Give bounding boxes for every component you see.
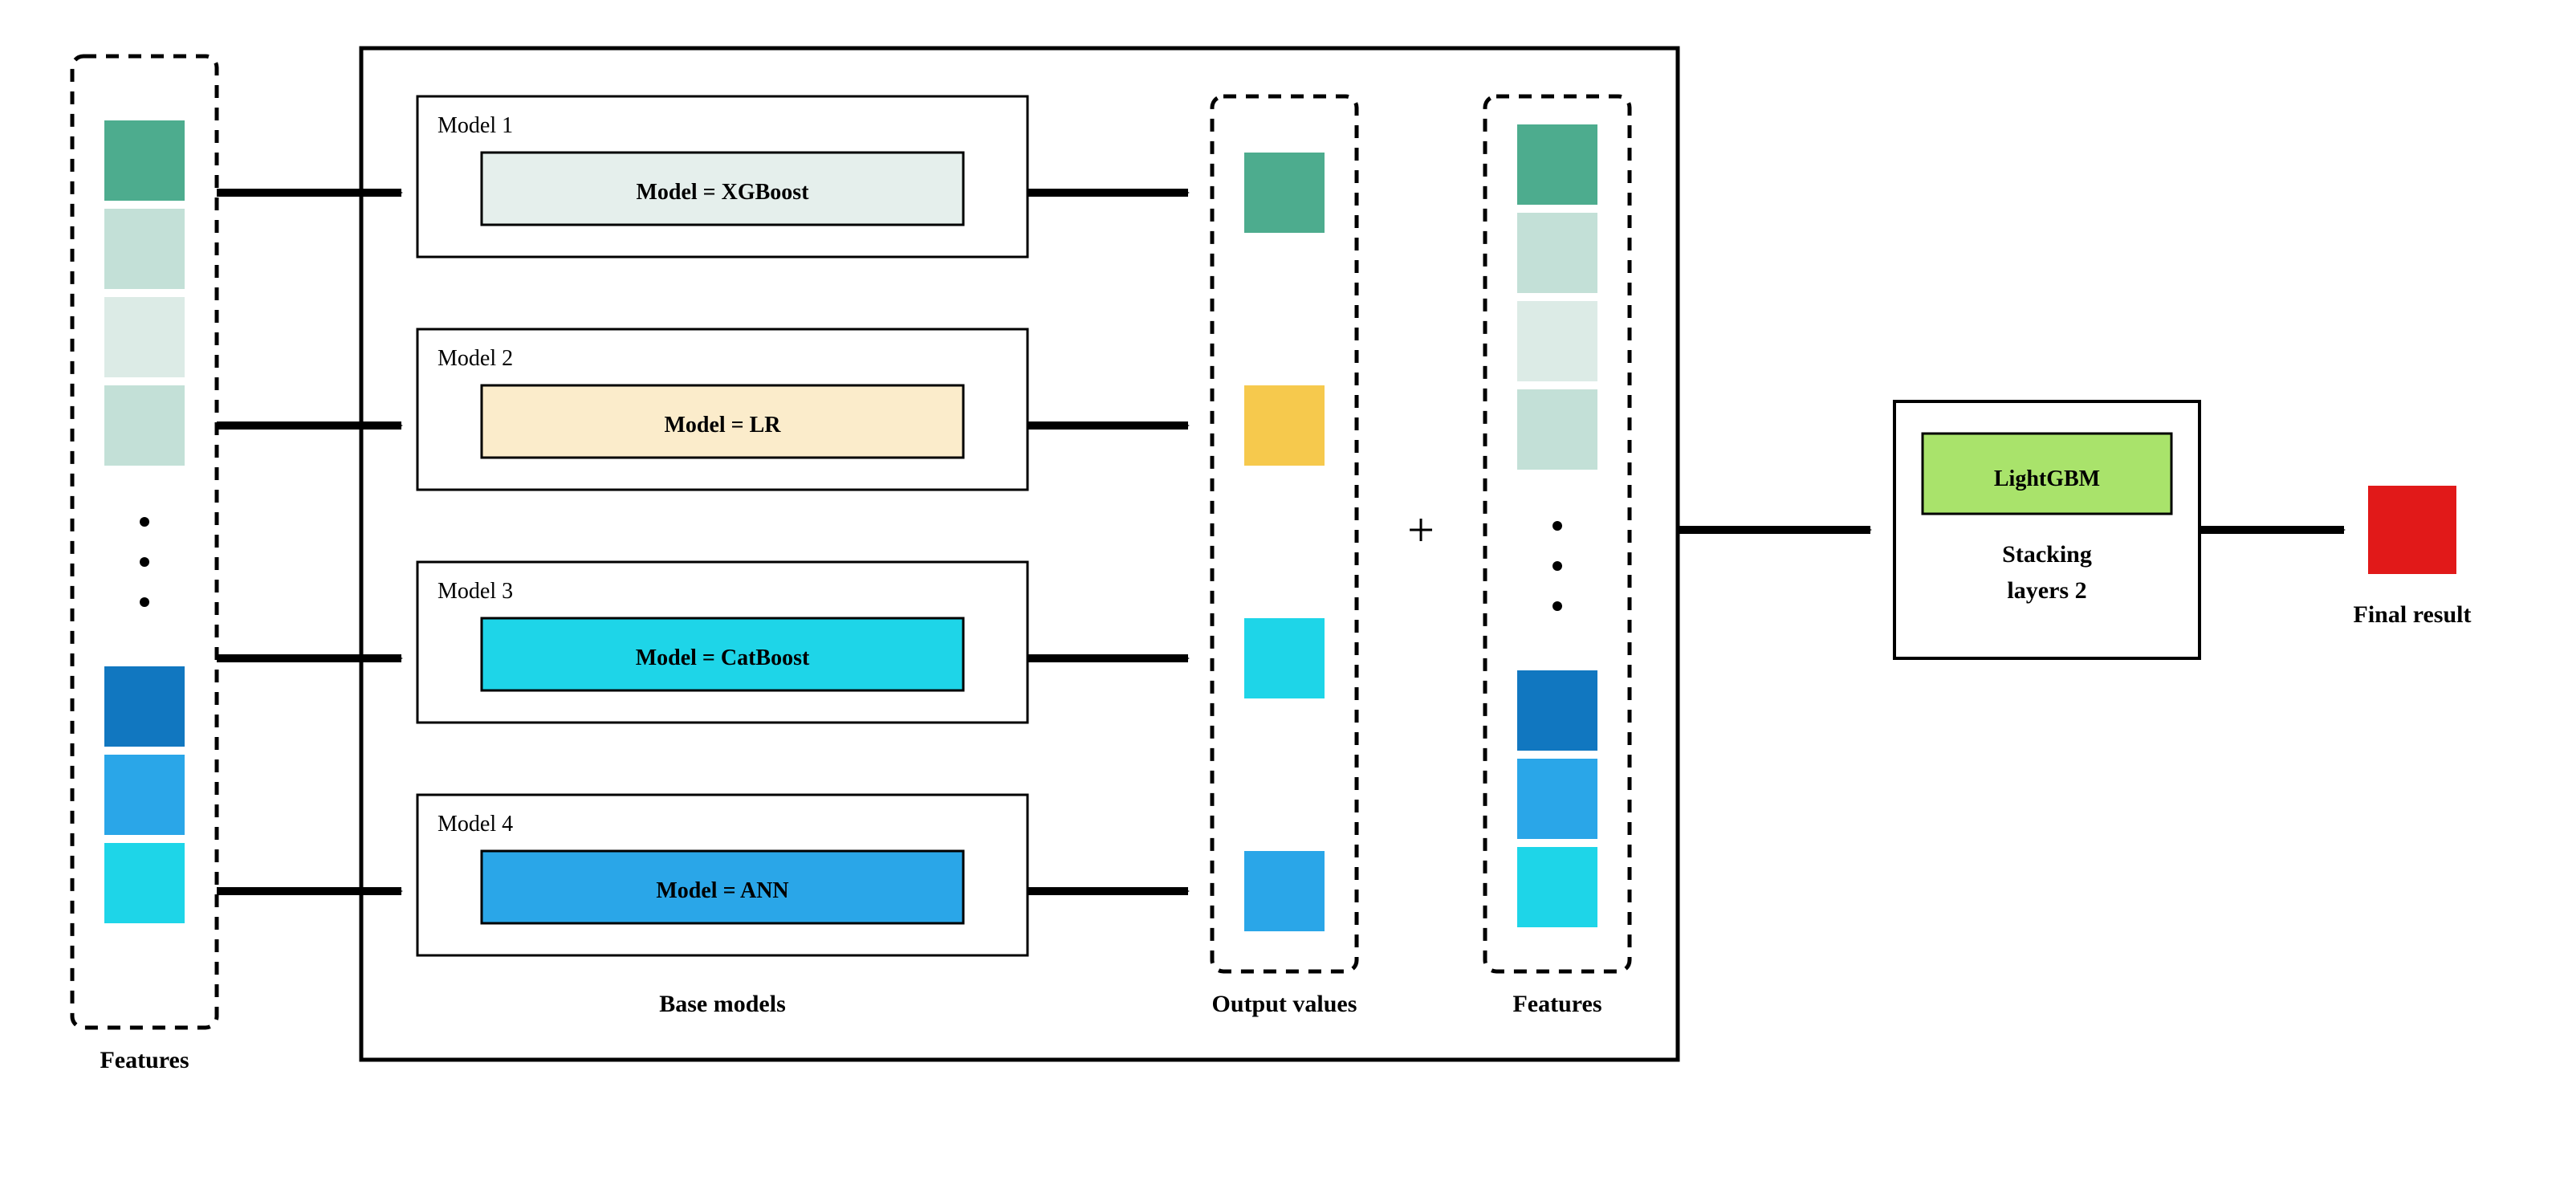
features-right-label: Features [1512, 991, 1601, 1017]
model-card-2: Model 2 Model = LR [417, 329, 1028, 490]
features-right-swatches [1517, 124, 1597, 927]
output-swatches [1244, 153, 1325, 931]
features-left-swatches [104, 120, 185, 923]
model1-text: Model = XGBoost [636, 180, 809, 205]
model2-text: Model = LR [664, 413, 781, 438]
model-card-3: Model 3 Model = CatBoost [417, 562, 1028, 723]
arrows-features-to-models [217, 193, 401, 891]
features-left-label: Features [100, 1047, 189, 1073]
stacking-label-1: Stacking [2002, 541, 2092, 568]
stacking-diagram: Features Model 1 Model = XGBoost [0, 0, 2576, 1189]
final-result-swatch [2368, 486, 2456, 574]
base-models: Model 1 Model = XGBoost Model 2 Model = … [417, 96, 1028, 955]
stacking-box: LightGBM Stacking layers 2 [1894, 401, 2200, 658]
model-card-1: Model 1 Model = XGBoost [417, 96, 1028, 257]
base-models-label: Base models [659, 991, 786, 1017]
stacking-model-name: LightGBM [1994, 466, 2100, 491]
model4-text: Model = ANN [656, 878, 788, 903]
stacking-label-2: layers 2 [2007, 577, 2086, 604]
model3-text: Model = CatBoost [636, 645, 810, 670]
plus-icon: + [1407, 503, 1435, 556]
model4-title: Model 4 [437, 812, 513, 837]
final-result-label: Final result [2354, 601, 2472, 628]
arrows-models-to-output [1028, 193, 1188, 891]
model3-title: Model 3 [437, 579, 513, 604]
model1-title: Model 1 [437, 113, 513, 138]
model2-title: Model 2 [437, 346, 513, 371]
model-card-4: Model 4 Model = ANN [417, 795, 1028, 955]
output-values-label: Output values [1212, 991, 1357, 1017]
